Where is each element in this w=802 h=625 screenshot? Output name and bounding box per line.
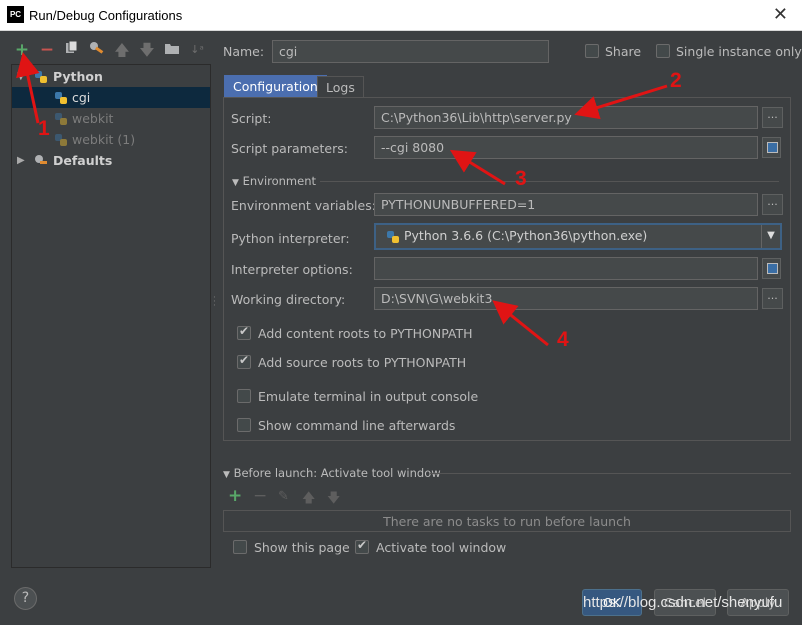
config-toolbar: + − 🡅 🡇 ↓ᵃ: [11, 40, 211, 60]
source-roots-label: Add source roots to PYTHONPATH: [258, 355, 467, 370]
move-up-icon[interactable]: 🡅: [113, 40, 131, 60]
python-icon: [387, 231, 399, 243]
interpreter-options-input[interactable]: [374, 257, 758, 280]
empty-tasks-text: There are no tasks to run before launch: [383, 514, 631, 529]
show-command-line-label: Show command line afterwards: [258, 418, 456, 433]
move-down-icon[interactable]: 🡇: [138, 40, 156, 60]
show-command-line-checkbox[interactable]: [237, 418, 251, 432]
activate-tool-window-checkbox[interactable]: [355, 538, 369, 554]
sort-icon[interactable]: ↓ᵃ: [188, 40, 206, 60]
env-vars-input[interactable]: PYTHONUNBUFFERED=1: [374, 193, 758, 216]
annotation-number-4: 4: [557, 328, 569, 351]
env-vars-label: Environment variables:: [231, 198, 376, 213]
emulate-terminal-label: Emulate terminal in output console: [258, 389, 479, 404]
tree-item-label: Python: [53, 69, 103, 84]
section-divider: [430, 473, 791, 474]
interpreter-options-label: Interpreter options:: [231, 262, 353, 277]
python-icon: [35, 71, 47, 83]
single-instance-label: Single instance only: [676, 44, 802, 59]
source-roots-checkbox[interactable]: [237, 353, 251, 369]
title-bar: PC Run/Debug Configurations ✕: [0, 0, 802, 31]
add-icon[interactable]: +: [13, 40, 31, 60]
before-launch-tasks-list: There are no tasks to run before launch: [223, 510, 791, 532]
close-icon[interactable]: ✕: [773, 4, 788, 25]
collapse-triangle-icon: ▼: [232, 178, 239, 188]
show-page-label: Show this page: [254, 540, 350, 555]
annotation-number-2: 2: [670, 69, 682, 92]
share-label: Share: [605, 44, 642, 59]
tree-item-label: webkit (1): [72, 132, 136, 147]
collapse-triangle-icon: ▼: [223, 470, 230, 480]
share-checkbox[interactable]: [585, 44, 599, 58]
name-label: Name:: [223, 44, 265, 59]
python-icon: [55, 113, 67, 125]
annotation-number-1: 1: [38, 117, 50, 140]
tree-item-label: cgi: [72, 90, 91, 105]
move-task-up-icon[interactable]: 🡅: [302, 489, 315, 511]
edit-task-icon[interactable]: ✎: [278, 489, 289, 504]
activate-tool-window-label: Activate tool window: [376, 540, 507, 555]
expanded-triangle-icon[interactable]: ▼: [17, 66, 25, 87]
remove-icon[interactable]: −: [38, 40, 56, 60]
wrench-icon[interactable]: [88, 40, 106, 60]
tree-item-defaults[interactable]: ▶ Defaults: [12, 150, 210, 171]
browse-env-vars-button[interactable]: ...: [762, 194, 783, 215]
section-divider: [320, 181, 779, 182]
working-directory-label: Working directory:: [231, 292, 346, 307]
splitter-handle[interactable]: · · ·: [213, 294, 216, 311]
script-input[interactable]: C:\Python36\Lib\http\server.py: [374, 106, 758, 129]
python-icon: [55, 134, 67, 146]
add-task-icon[interactable]: +: [228, 488, 242, 505]
content-roots-label: Add content roots to PYTHONPATH: [258, 326, 473, 341]
python-interpreter-label: Python interpreter:: [231, 231, 350, 246]
emulate-terminal-checkbox[interactable]: [237, 389, 251, 403]
wrench-icon: [35, 155, 47, 164]
environment-section-label: Environment: [242, 174, 317, 188]
copy-icon[interactable]: [63, 40, 81, 60]
python-icon: [55, 92, 67, 104]
move-task-down-icon[interactable]: 🡇: [327, 489, 340, 511]
folder-icon[interactable]: [163, 40, 181, 60]
browse-script-button[interactable]: ...: [762, 107, 783, 128]
watermark-text: https://blog.csdn.net/shenyufu: [583, 594, 783, 611]
script-parameters-label: Script parameters:: [231, 141, 348, 156]
tree-item-label: Defaults: [53, 153, 113, 168]
window-title: Run/Debug Configurations: [29, 8, 183, 23]
tree-item-python[interactable]: ▼ Python: [12, 66, 210, 87]
chevron-down-icon[interactable]: ▼: [761, 225, 780, 248]
remove-task-icon[interactable]: −: [253, 488, 267, 505]
expand-interpreter-options-button[interactable]: [762, 258, 781, 279]
show-page-checkbox[interactable]: [233, 540, 247, 554]
before-launch-header[interactable]: ▼ Before launch: Activate tool window: [223, 466, 441, 480]
name-input[interactable]: cgi: [272, 40, 549, 63]
python-interpreter-value: Python 3.6.6 (C:\Python36\python.exe): [404, 228, 648, 243]
pycharm-app-icon: PC: [7, 6, 24, 23]
tree-item-label: webkit: [72, 111, 114, 126]
browse-working-directory-button[interactable]: ...: [762, 288, 783, 309]
annotation-number-3: 3: [515, 167, 527, 190]
help-icon[interactable]: ?: [14, 587, 37, 610]
tab-configuration[interactable]: Configuration: [224, 75, 327, 99]
before-launch-label: Before launch: Activate tool window: [233, 466, 441, 480]
script-label: Script:: [231, 111, 272, 126]
working-directory-input[interactable]: D:\SVN\G\webkit3: [374, 287, 758, 310]
expand-parameters-button[interactable]: [762, 137, 781, 158]
environment-section-header[interactable]: ▼ Environment: [232, 174, 316, 188]
python-interpreter-select[interactable]: Python 3.6.6 (C:\Python36\python.exe) ▼: [374, 223, 782, 250]
tree-item-cgi[interactable]: cgi: [12, 87, 210, 108]
collapsed-triangle-icon[interactable]: ▶: [17, 150, 25, 171]
script-parameters-input[interactable]: --cgi 8080: [374, 136, 758, 159]
single-instance-checkbox[interactable]: [656, 44, 670, 58]
content-roots-checkbox[interactable]: [237, 324, 251, 340]
